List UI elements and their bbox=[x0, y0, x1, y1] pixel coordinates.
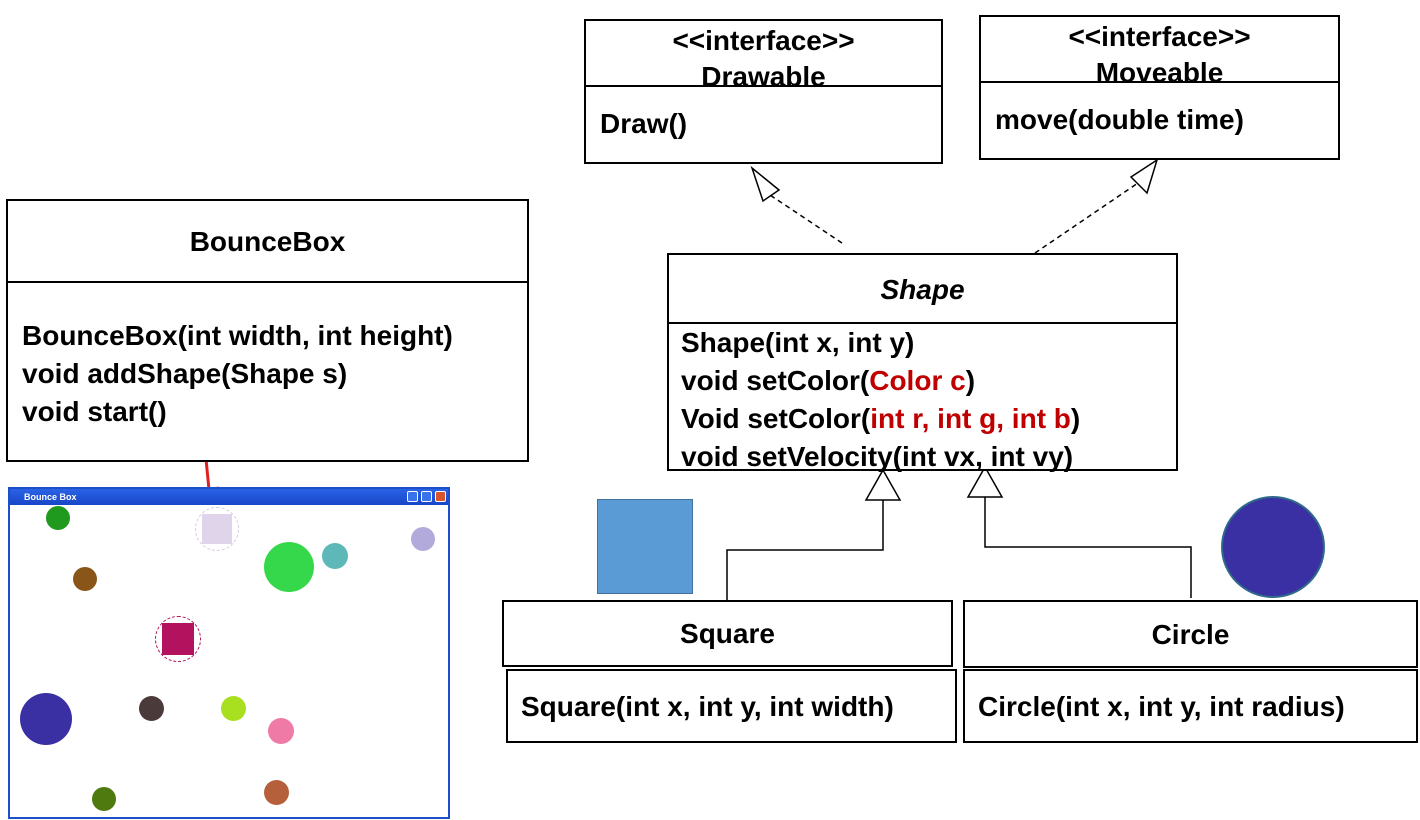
shape-method-text: Void setColor( bbox=[681, 403, 871, 434]
window-shape-circle bbox=[264, 780, 289, 805]
bouncebox-header: BounceBox bbox=[8, 201, 527, 283]
bouncebox-class-box: BounceBox BounceBox(int width, int heigh… bbox=[6, 199, 529, 462]
window-shape-square bbox=[162, 623, 194, 655]
window-shape-circle bbox=[46, 506, 70, 530]
bouncebox-methods: BounceBox(int width, int height) void ad… bbox=[8, 283, 527, 431]
shape-method-param: Color c bbox=[869, 365, 966, 396]
window-shape-circle bbox=[20, 693, 72, 745]
window-shape-circle bbox=[73, 567, 97, 591]
window-canvas bbox=[10, 505, 448, 817]
bouncebox-method: BounceBox(int width, int height) bbox=[22, 320, 453, 351]
close-button[interactable] bbox=[435, 491, 446, 502]
circle-class-box: Circle bbox=[963, 600, 1418, 668]
inheritance-line-square bbox=[726, 500, 884, 604]
window-shape-circle bbox=[411, 527, 435, 551]
moveable-stereotype: <<interface>> bbox=[1068, 21, 1251, 52]
shape-method: void setColor(Color c) bbox=[681, 362, 1176, 400]
square-icon bbox=[597, 499, 693, 594]
circle-header: Circle bbox=[1151, 619, 1230, 650]
moveable-interface-box: <<interface>> Moveable move(double time) bbox=[979, 15, 1340, 160]
circle-method: Circle(int x, int y, int radius) bbox=[978, 691, 1345, 722]
shape-method-text: ) bbox=[965, 365, 976, 396]
shape-method: void setVelocity(int vx, int vy) bbox=[681, 441, 1074, 472]
shape-method-text: void setColor( bbox=[681, 365, 870, 396]
window-shape-circle bbox=[221, 696, 246, 721]
window-shape-circle bbox=[92, 787, 116, 811]
shape-method: Void setColor(int r, int g, int b) bbox=[681, 400, 1176, 438]
realization-line-drawable bbox=[769, 194, 843, 244]
moveable-method: move(double time) bbox=[995, 104, 1244, 135]
realization-arrowhead-drawable bbox=[750, 165, 781, 203]
shape-method-param: int r, int g, int b bbox=[870, 403, 1071, 434]
bouncebox-method: void addShape(Shape s) bbox=[22, 358, 348, 389]
window-shape-circle bbox=[268, 718, 294, 744]
window-shape-circle bbox=[139, 696, 164, 721]
minimize-button[interactable] bbox=[407, 491, 418, 502]
bounce-box-window: Bounce Box bbox=[8, 487, 450, 819]
window-shape-circle bbox=[322, 543, 348, 569]
realization-arrowhead-moveable bbox=[1129, 158, 1159, 195]
window-title: Bounce Box bbox=[24, 492, 77, 502]
drawable-header: <<interface>> Drawable bbox=[586, 21, 941, 92]
shape-method: Shape(int x, int y) bbox=[681, 327, 915, 358]
drawable-method: Draw() bbox=[600, 108, 688, 139]
square-method: Square(int x, int y, int width) bbox=[521, 691, 894, 722]
drawable-interface-box: <<interface>> Drawable Draw() bbox=[584, 19, 943, 164]
shape-method-text: ) bbox=[1070, 403, 1081, 434]
drawable-stereotype: <<interface>> bbox=[672, 25, 855, 56]
square-methods-box: Square(int x, int y, int width) bbox=[506, 669, 957, 743]
square-class-box: Square bbox=[502, 600, 953, 667]
shape-header: Shape bbox=[669, 255, 1176, 324]
square-header: Square bbox=[680, 618, 775, 649]
window-titlebar[interactable]: Bounce Box bbox=[10, 489, 448, 505]
circle-icon bbox=[1221, 496, 1325, 598]
bouncebox-method: void start() bbox=[22, 396, 167, 427]
realization-line-moveable bbox=[1034, 182, 1139, 254]
shape-class-box: Shape Shape(int x, int y) void setColor(… bbox=[667, 253, 1178, 472]
shape-methods: Shape(int x, int y) void setColor(Color … bbox=[669, 324, 1176, 476]
maximize-button[interactable] bbox=[421, 491, 432, 502]
circle-methods-box: Circle(int x, int y, int radius) bbox=[963, 669, 1418, 743]
inheritance-line-circle bbox=[984, 497, 1192, 598]
window-shape-square bbox=[202, 514, 232, 544]
window-shape-circle bbox=[264, 542, 314, 592]
moveable-header: <<interface>> Moveable bbox=[981, 17, 1338, 88]
